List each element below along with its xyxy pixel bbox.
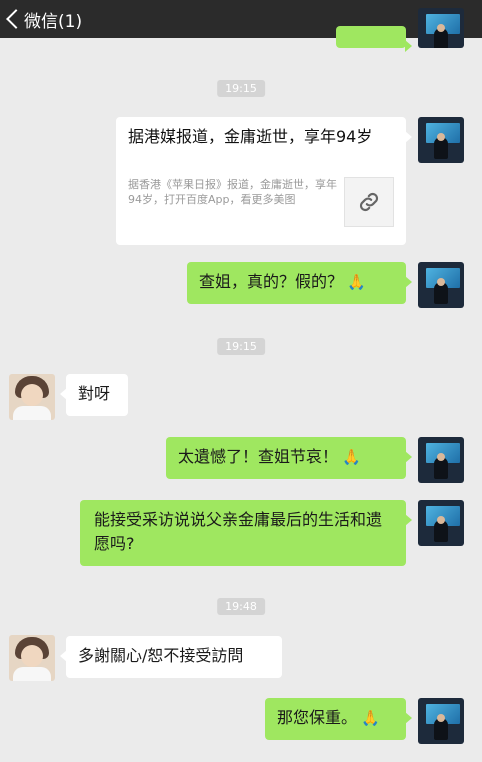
avatar-me[interactable]	[418, 262, 464, 308]
avatar-me[interactable]	[418, 117, 464, 163]
avatar-me[interactable]	[418, 500, 464, 546]
link-card-message[interactable]: 据港媒报道，金庸逝世，享年94岁 据香港《苹果日报》报道，金庸逝世，享年94岁，…	[116, 117, 412, 245]
message-bubble-received[interactable]: 多謝關心/恕不接受訪問	[60, 636, 282, 678]
message-text: 查姐，真的？假的？	[199, 272, 344, 291]
chevron-left-icon	[6, 9, 20, 29]
back-button[interactable]: 微信(1)	[6, 7, 82, 32]
message-text: 太遺憾了！查姐节哀！	[178, 447, 339, 466]
message-text: 能接受采访说说父亲金庸最后的生活和遗愿吗?	[94, 510, 383, 553]
avatar-me[interactable]	[418, 437, 464, 483]
chat-header: 微信(1) ···	[0, 0, 482, 38]
avatar-me[interactable]	[418, 8, 464, 48]
link-card-description: 据香港《苹果日报》报道，金庸逝世，享年94岁，打开百度App，看更多美图	[128, 178, 337, 206]
timestamp: 19:15	[217, 80, 265, 97]
message-bubble-sent[interactable]: 太遺憾了！查姐节哀！ 🙏	[166, 437, 412, 479]
timestamp: 19:48	[217, 598, 265, 615]
praying-hands-icon: 🙏	[361, 709, 380, 727]
praying-hands-icon: 🙏	[342, 448, 361, 466]
message-bubble-partial[interactable]	[336, 26, 412, 52]
praying-hands-icon: 🙏	[347, 273, 366, 291]
link-thumbnail	[344, 177, 394, 227]
message-bubble-received[interactable]: 對呀	[60, 374, 128, 416]
message-text: 多謝關心/恕不接受訪問	[78, 646, 244, 665]
message-text: 那您保重。	[277, 708, 358, 727]
avatar-contact[interactable]	[9, 374, 55, 420]
link-card-title: 据港媒报道，金庸逝世，享年94岁	[128, 127, 373, 146]
message-bubble-sent[interactable]: 那您保重。 🙏	[265, 698, 412, 740]
link-icon	[359, 192, 379, 212]
message-text: 對呀	[78, 384, 111, 403]
timestamp: 19:15	[217, 338, 265, 355]
avatar-me[interactable]	[418, 698, 464, 744]
message-bubble-sent[interactable]: 能接受采访说说父亲金庸最后的生活和遗愿吗?	[80, 500, 412, 566]
back-label: 微信(1)	[24, 11, 83, 32]
avatar-contact[interactable]	[9, 635, 55, 681]
message-bubble-sent[interactable]: 查姐，真的？假的？ 🙏	[187, 262, 412, 304]
